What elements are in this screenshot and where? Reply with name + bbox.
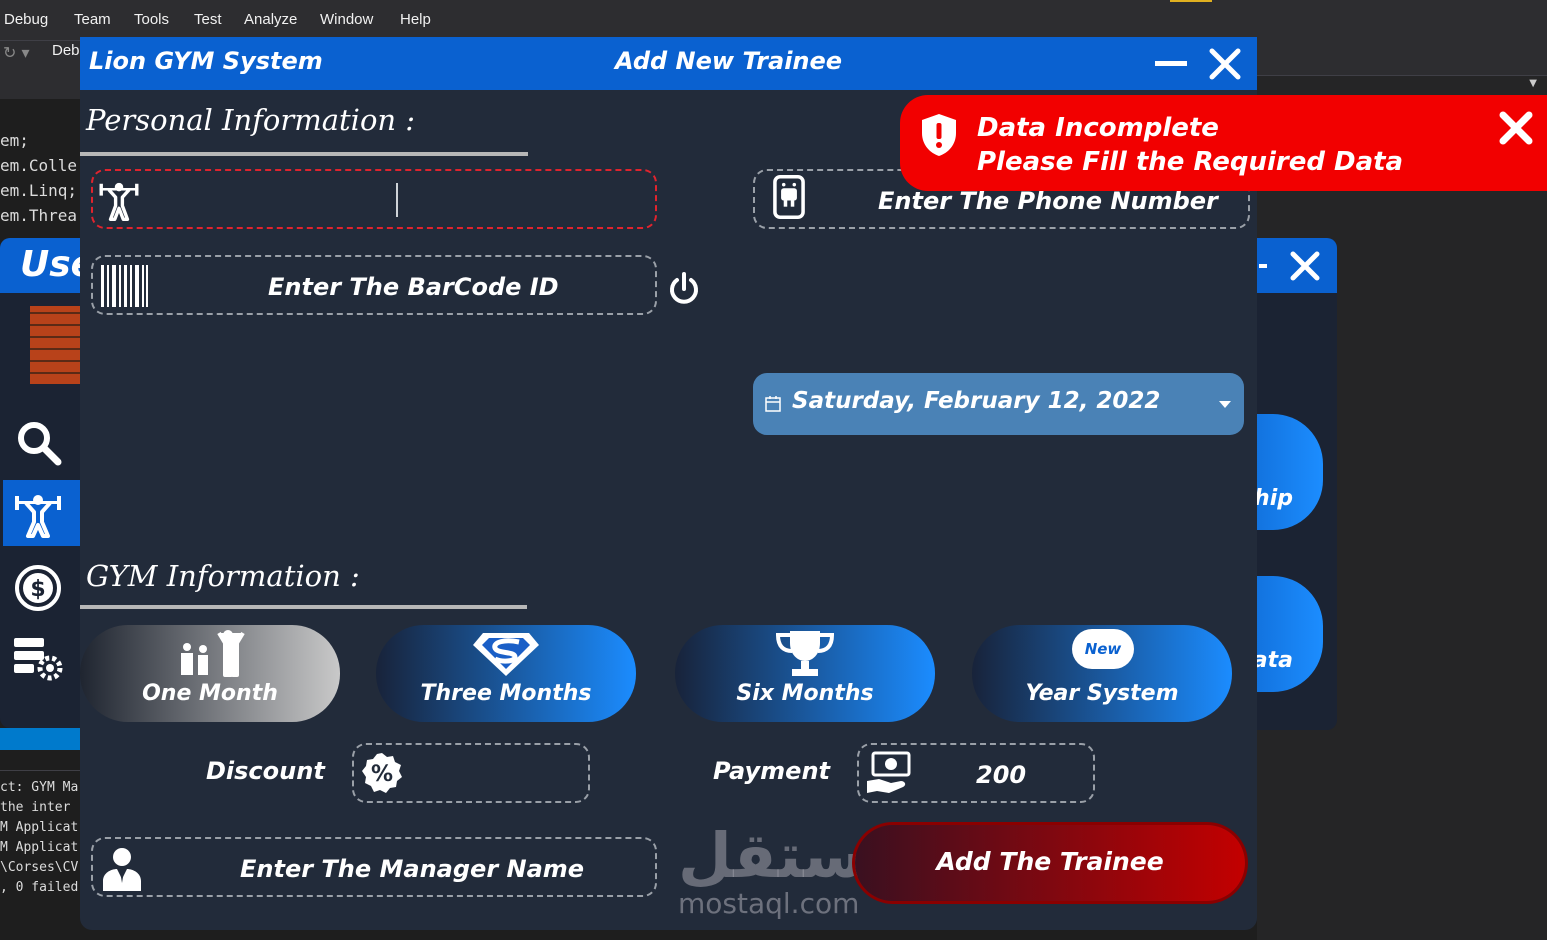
new-badge-icon: New bbox=[1072, 629, 1134, 669]
text-cursor bbox=[396, 183, 398, 217]
minimize-icon[interactable] bbox=[1155, 61, 1187, 66]
section-divider bbox=[80, 152, 528, 156]
ide-right-toolbar bbox=[1257, 40, 1547, 80]
personal-info-heading: Personal Information : bbox=[86, 103, 416, 137]
output-line: ct: GYM Mar bbox=[0, 780, 87, 795]
phone-icon bbox=[773, 175, 805, 219]
output-line: M Applicat bbox=[0, 840, 79, 855]
plan-year-system-button[interactable]: New Year System bbox=[972, 625, 1232, 722]
toast-message: Please Fill the Required Data bbox=[977, 147, 1404, 177]
manager-name-input[interactable]: Enter The Manager Name bbox=[240, 855, 584, 883]
calendar-icon bbox=[765, 396, 781, 412]
output-line: M Applicat bbox=[0, 820, 79, 835]
superman-icon bbox=[473, 633, 539, 676]
background-title-bar: Use bbox=[0, 238, 80, 293]
power-icon[interactable] bbox=[668, 272, 700, 306]
plan-label: Year System bbox=[1025, 681, 1179, 706]
menu-team[interactable]: Team bbox=[74, 11, 111, 28]
brick-logo bbox=[30, 306, 80, 384]
watermark-latin: mostaql.com bbox=[678, 887, 860, 920]
close-icon[interactable] bbox=[1289, 250, 1321, 282]
manager-name-field[interactable]: Enter The Manager Name bbox=[91, 837, 657, 897]
menu-test[interactable]: Test bbox=[194, 11, 222, 28]
form-title: Add New Trainee bbox=[615, 47, 843, 75]
membership-label: ship bbox=[1257, 486, 1293, 511]
ide-toolbar: ↻ ▾ Deb bbox=[0, 40, 80, 99]
trophy-icon bbox=[775, 631, 835, 676]
barcode-input[interactable]: Enter The BarCode ID bbox=[268, 273, 559, 301]
barcode-icon bbox=[101, 265, 148, 307]
weightlifter-icon bbox=[99, 182, 139, 221]
date-value: Saturday, February 12, 2022 bbox=[792, 388, 1161, 414]
chevron-down-icon[interactable] bbox=[1218, 400, 1232, 409]
close-icon[interactable] bbox=[1498, 110, 1534, 146]
barcode-field[interactable]: Enter The BarCode ID bbox=[91, 255, 657, 315]
data-button[interactable]: ata bbox=[1257, 576, 1323, 692]
menu-analyze[interactable]: Analyze bbox=[244, 11, 297, 28]
menu-debug[interactable]: Debug bbox=[4, 11, 48, 28]
plan-label: Six Months bbox=[736, 681, 874, 706]
code-editor: em; em.Colle em.Linq; em.Threa bbox=[0, 100, 80, 240]
code-line: em.Threa bbox=[0, 206, 78, 225]
plan-label: One Month bbox=[142, 681, 278, 706]
toast-title: Data Incomplete bbox=[977, 113, 1219, 143]
background-title-bar bbox=[1257, 238, 1337, 293]
section-divider bbox=[80, 605, 527, 609]
manager-icon bbox=[103, 848, 141, 891]
dropdown-arrow-icon[interactable]: ▼ bbox=[1529, 78, 1537, 89]
payment-input[interactable]: 200 bbox=[976, 761, 1026, 789]
background-window-left: Use $ bbox=[0, 238, 80, 728]
add-trainee-label: Add The Trainee bbox=[936, 847, 1164, 876]
family-icon bbox=[181, 630, 245, 677]
new-badge-text: New bbox=[1084, 640, 1122, 658]
plan-label: Three Months bbox=[420, 681, 592, 706]
weightlifter-icon bbox=[15, 495, 61, 538]
date-picker[interactable]: Saturday, February 12, 2022 bbox=[753, 373, 1244, 435]
error-toast: Data Incomplete Please Fill the Required… bbox=[900, 95, 1547, 191]
background-window-right: ship ata bbox=[1257, 238, 1337, 730]
payment-label: Payment bbox=[713, 757, 830, 785]
title-bar[interactable]: Lion GYM System Add New Trainee bbox=[80, 37, 1257, 90]
menu-help[interactable]: Help bbox=[400, 11, 431, 28]
membership-button[interactable]: ship bbox=[1257, 414, 1323, 530]
search-icon[interactable] bbox=[14, 418, 62, 466]
accent-indicator bbox=[1170, 0, 1212, 2]
add-trainee-button[interactable]: Add The Trainee bbox=[855, 825, 1245, 901]
output-line: , 0 failed bbox=[0, 880, 79, 895]
config-dropdown[interactable]: Deb bbox=[52, 42, 80, 59]
discount-label: Discount bbox=[206, 757, 325, 785]
cash-hand-icon bbox=[867, 751, 911, 793]
code-line: em; bbox=[0, 131, 29, 150]
minimize-icon[interactable] bbox=[1259, 264, 1267, 268]
discount-field[interactable]: % bbox=[352, 743, 590, 803]
dollar-icon[interactable]: $ bbox=[14, 564, 62, 612]
svg-text:$: $ bbox=[30, 577, 45, 602]
redo-icon[interactable]: ↻ ▾ bbox=[3, 43, 30, 62]
output-line: the inter bbox=[0, 800, 71, 815]
shield-alert-icon bbox=[922, 114, 956, 156]
svg-text:%: % bbox=[371, 762, 393, 787]
menu-window[interactable]: Window bbox=[320, 11, 373, 28]
menu-tools[interactable]: Tools bbox=[134, 11, 169, 28]
trainee-name-field[interactable] bbox=[91, 169, 657, 229]
percent-icon: % bbox=[362, 753, 402, 793]
plan-six-months-button[interactable]: Six Months bbox=[675, 625, 935, 722]
ide-status-strip bbox=[0, 728, 80, 750]
gym-info-heading: GYM Information : bbox=[86, 559, 360, 593]
data-label: ata bbox=[1257, 648, 1293, 673]
output-panel: ct: GYM Mar the inter M Applicat M Appli… bbox=[0, 770, 86, 940]
code-line: em.Colle bbox=[0, 156, 78, 175]
plan-three-months-button[interactable]: Three Months bbox=[376, 625, 636, 722]
ide-menubar: Debug Team Tools Test Analyze Window Hel… bbox=[0, 0, 1547, 40]
settings-icon[interactable] bbox=[14, 636, 64, 682]
payment-field[interactable]: 200 bbox=[857, 743, 1095, 803]
code-line: em.Linq; bbox=[0, 181, 78, 200]
background-title-text: Use bbox=[20, 244, 80, 285]
output-line: \Corses\CV bbox=[0, 860, 79, 875]
phone-number-input[interactable]: Enter The Phone Number bbox=[878, 187, 1218, 215]
close-icon[interactable] bbox=[1208, 47, 1242, 81]
plan-one-month-button[interactable]: One Month bbox=[80, 625, 340, 722]
app-title: Lion GYM System bbox=[89, 47, 323, 75]
